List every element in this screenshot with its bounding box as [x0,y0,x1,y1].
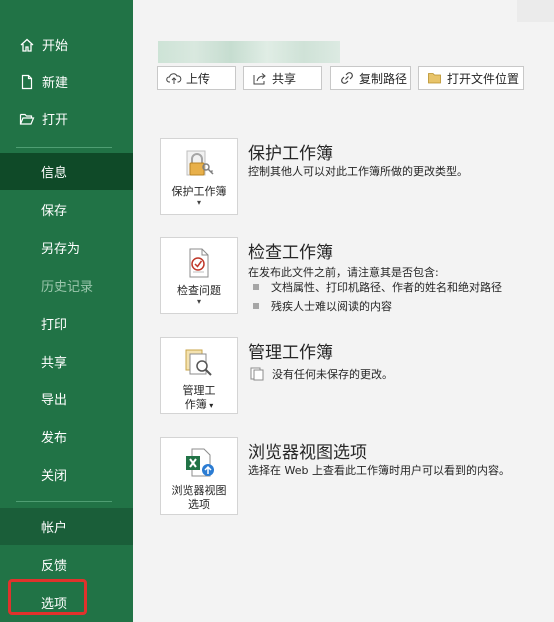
nav-history-label: 历史记录 [41,280,94,295]
upload-button[interactable]: 上传 [157,66,236,90]
nav-publish[interactable]: 发布 [0,418,133,455]
options-highlight-box [8,579,87,615]
share-label: 共享 [272,71,297,86]
bullet-icon [253,284,259,290]
protect-workbook-title: 保护工作簿 [248,144,333,164]
open-folder-icon [18,110,36,128]
nav-print-label: 打印 [41,318,68,333]
sidebar-divider [16,147,112,148]
bullet-icon [253,303,259,309]
browser-view-options-line1: 浏览器视图 [171,484,227,497]
lock-key-icon [182,147,216,181]
nav-print[interactable]: 打印 [0,305,133,342]
manage-workbook-desc-row: 没有任何未保存的更改。 [250,366,393,382]
protect-workbook-desc: 控制其他人可以对此工作簿所做的更改类型。 [248,165,468,178]
nav-save-as[interactable]: 另存为 [0,229,133,266]
nav-close[interactable]: 关闭 [0,456,133,493]
nav-new[interactable]: 新建 [0,63,133,100]
nav-close-label: 关闭 [41,469,68,484]
protect-workbook-button-label: 保护工作簿 [171,185,227,198]
browser-view-options-line2: 选项 [188,498,210,511]
copy-path-button[interactable]: 复制路径 [330,66,411,90]
nav-new-label: 新建 [42,76,69,91]
nav-open[interactable]: 打开 [0,100,133,137]
manage-workbook-button-line2-text: 作簿 [184,398,207,411]
manage-workbook-button-line2: 作簿 ▾ [183,398,216,413]
sidebar-divider-2 [16,501,112,502]
manage-workbook-button-label: 管理工 作簿 ▾ [183,384,216,413]
nav-feedback[interactable]: 反馈 [0,546,133,583]
check-for-issues-button[interactable]: 检查问题 ▾ [160,237,238,314]
home-icon [18,36,36,54]
nav-home[interactable]: 开始 [0,26,133,63]
nav-save-label: 保存 [41,204,68,219]
nav-feedback-label: 反馈 [41,559,68,574]
copy-path-label: 复制路径 [359,71,408,86]
manage-workbook-title: 管理工作簿 [248,343,333,363]
nav-export[interactable]: 导出 [0,380,133,417]
nav-account[interactable]: 帐户 [0,508,133,545]
browser-view-options-title: 浏览器视图选项 [248,443,367,463]
open-file-location-button[interactable]: 打开文件位置 [418,66,524,90]
nav-home-label: 开始 [42,39,69,54]
nav-open-label: 打开 [42,113,69,128]
browser-view-options-desc: 选择在 Web 上查看此工作簿时用户可以看到的内容。 [248,464,510,477]
nav-info-label: 信息 [41,166,68,181]
nav-save[interactable]: 保存 [0,191,133,228]
manage-workbook-button[interactable]: 管理工 作簿 ▾ [160,337,238,414]
inspect-document-icon [182,246,216,280]
manage-workbook-desc: 没有任何未保存的更改。 [272,368,393,381]
browser-view-options-button[interactable]: 浏览器视图 选项 [160,437,238,515]
browser-view-options-label: 浏览器视图 选项 [172,484,227,512]
list-item: 文档属性、打印机路径、作者的姓名和绝对路径 [253,279,502,295]
share-icon [252,70,268,86]
inspect-workbook-title: 检查工作簿 [248,243,333,263]
backstage-sidebar: 开始 新建 打开 信息 保存 另存为 历史记录 打印 共享 导出 发布 关闭 帐… [0,0,133,622]
nav-share[interactable]: 共享 [0,343,133,380]
nav-export-label: 导出 [41,393,68,408]
link-icon [339,70,355,86]
manage-versions-icon [182,346,216,380]
manage-workbook-button-line1: 管理工 [182,384,216,397]
list-item: 残疾人士难以阅读的内容 [253,298,392,314]
check-for-issues-label: 检查问题 [177,284,221,297]
nav-account-label: 帐户 [41,521,68,536]
nav-info[interactable]: 信息 [0,153,133,190]
folder-icon [427,70,443,86]
inspect-bullet-2: 残疾人士难以阅读的内容 [271,300,392,313]
cloud-upload-icon [166,70,182,86]
inspect-workbook-desc: 在发布此文件之前，请注意其是否包含: [248,266,439,279]
nav-publish-label: 发布 [41,431,68,446]
title-bar-corner [517,0,554,22]
excel-web-icon [182,446,216,480]
share-button[interactable]: 共享 [243,66,322,90]
file-name-blurred [158,41,340,63]
nav-history[interactable]: 历史记录 [0,267,133,304]
upload-label: 上传 [186,71,211,86]
protect-workbook-button[interactable]: 保护工作簿 ▾ [160,138,238,215]
nav-share-label: 共享 [41,356,68,371]
dropdown-caret-icon: ▾ [196,297,201,306]
new-document-icon [18,73,36,91]
dropdown-caret-icon: ▾ [196,198,201,207]
unsaved-changes-icon [250,367,264,381]
open-file-location-label: 打开文件位置 [447,71,520,86]
nav-save-as-label: 另存为 [41,242,81,257]
dropdown-caret-icon: ▾ [206,401,214,410]
inspect-bullet-1: 文档属性、打印机路径、作者的姓名和绝对路径 [271,281,502,294]
